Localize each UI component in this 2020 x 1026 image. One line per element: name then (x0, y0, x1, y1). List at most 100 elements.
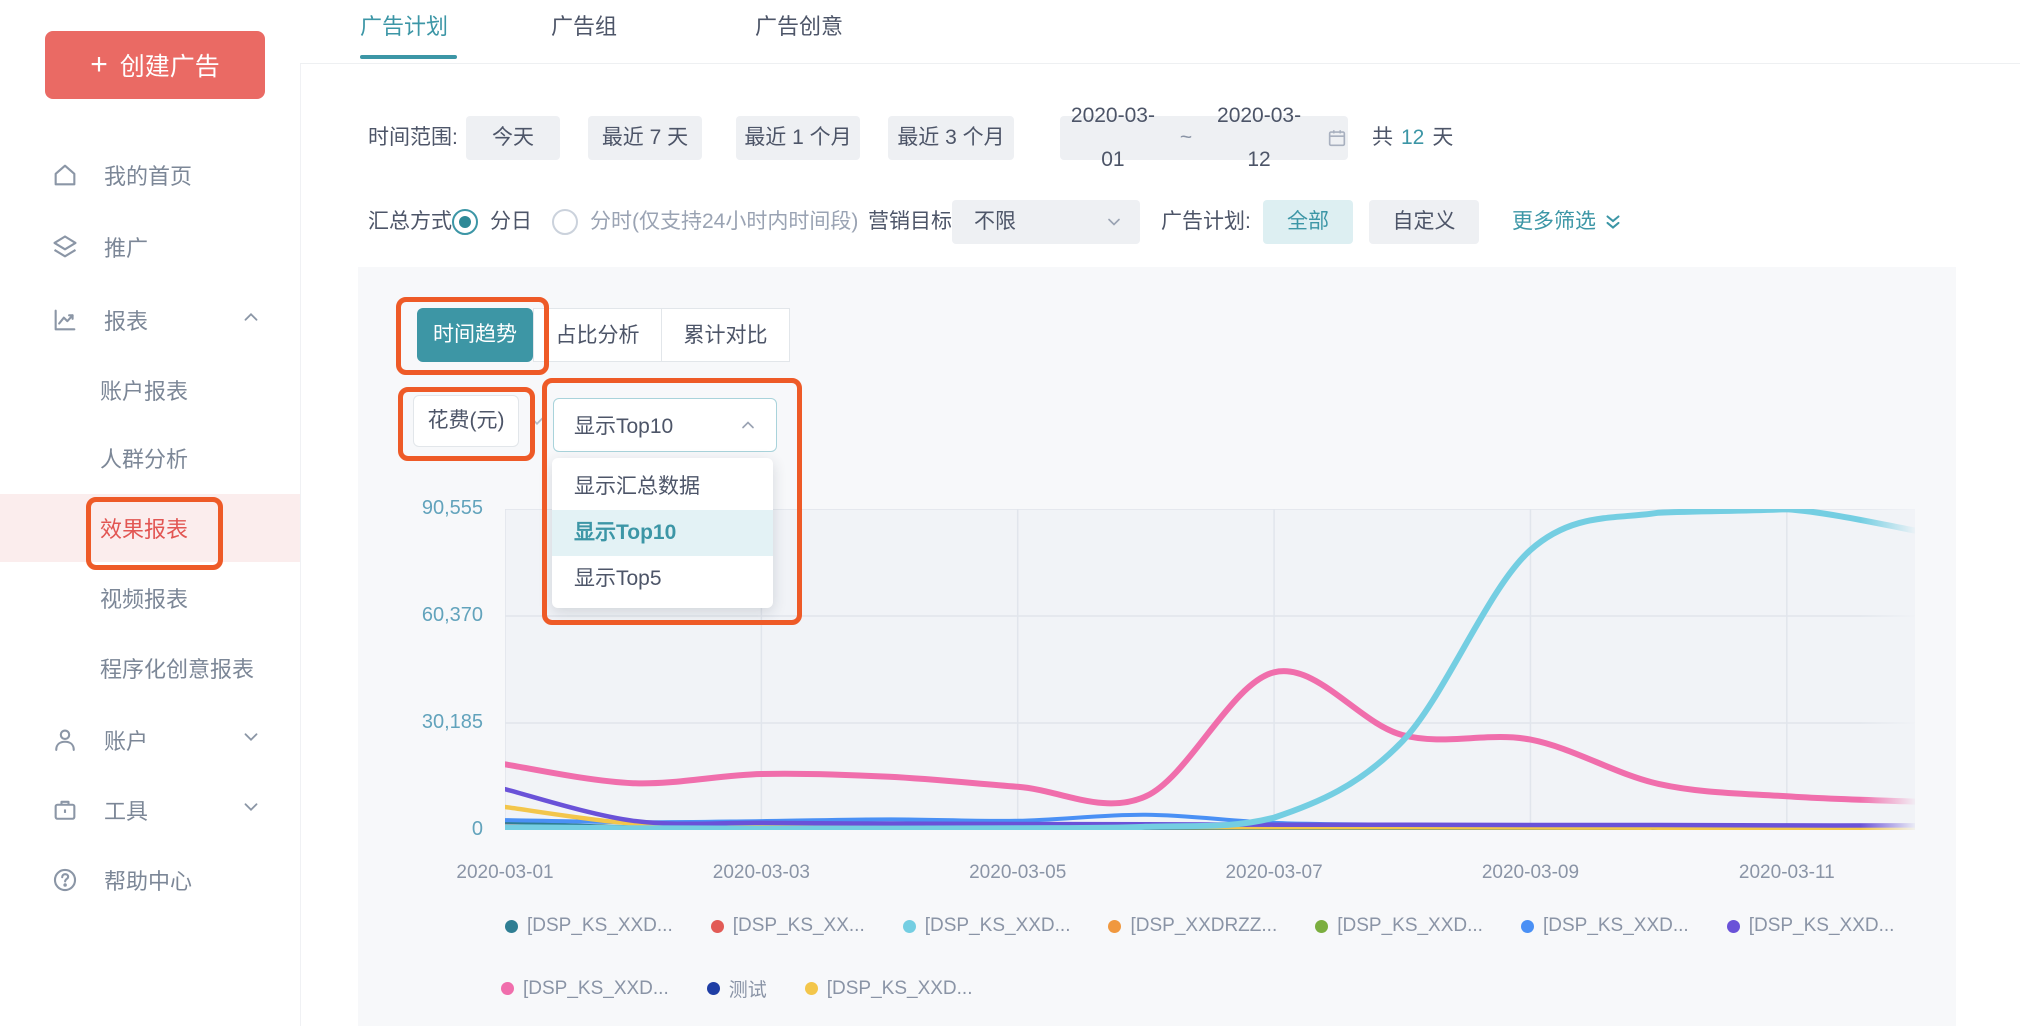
layers-icon (50, 232, 80, 262)
legend-label: [DSP_KS_XXD... (827, 978, 973, 1000)
legend-dot-icon (1108, 920, 1121, 933)
ad-plan-all-button[interactable]: 全部 (1263, 200, 1353, 244)
radio-hourly[interactable]: 分时(仅支持24小时内时间段) (552, 200, 858, 244)
sidebar-item-tools[interactable]: 工具 (0, 788, 300, 832)
legend-label: [DSP_KS_XX... (733, 915, 865, 937)
create-ad-button[interactable]: + 创建广告 (45, 31, 265, 99)
quick-range-3months[interactable]: 最近 3 个月 (888, 116, 1014, 160)
sidebar-item-account[interactable]: 账户 (0, 718, 300, 762)
legend-dot-icon (707, 982, 720, 995)
top-tab-bar: 广告计划 广告组 广告创意 (300, 0, 2020, 64)
sidebar-item-home[interactable]: 我的首页 (0, 153, 300, 197)
sidebar-item-label: 工具 (104, 794, 148, 826)
line-chart-icon (50, 305, 80, 335)
quick-range-1month[interactable]: 最近 1 个月 (736, 116, 860, 160)
legend-label: [DSP_KS_XXD... (527, 915, 673, 937)
chart-panel: 时间趋势 占比分析 累计对比 花费(元) 显示Top10 显示汇总数据 显示To… (358, 267, 1956, 1026)
radio-daily[interactable]: 分日 (452, 200, 532, 244)
legend-item[interactable]: [DSP_KS_XXD... (501, 978, 669, 1000)
sidebar-item-audience-analysis[interactable]: 人群分析 (0, 436, 300, 480)
legend-item[interactable]: [DSP_KS_XXD... (1727, 915, 1895, 937)
help-circle-icon (50, 865, 80, 895)
toolbox-icon (50, 795, 80, 825)
chevron-down-icon (1104, 212, 1124, 232)
person-icon (50, 725, 80, 755)
legend-item[interactable]: [DSP_KS_XXD... (1521, 915, 1689, 937)
tab-ad-group[interactable]: 广告组 (551, 9, 617, 41)
legend-dot-icon (501, 982, 514, 995)
legend-item[interactable]: [DSP_KS_XXD... (903, 915, 1071, 937)
topn-select[interactable]: 显示Top10 (553, 398, 777, 452)
legend-item[interactable]: [DSP_KS_XX... (711, 915, 865, 937)
sidebar-item-reports[interactable]: 报表 (0, 298, 300, 342)
double-chevron-down-icon (1602, 211, 1624, 233)
app-window: + 创建广告 我的首页 推广 报表 账户报表 (0, 0, 2020, 1026)
ad-plan-custom-button[interactable]: 自定义 (1369, 200, 1479, 244)
active-tab-underline (360, 55, 457, 59)
date-tilde: ~ (1180, 116, 1192, 160)
sidebar-item-label: 帮助中心 (104, 864, 192, 896)
legend-label: [DSP_KS_XXD... (925, 915, 1071, 937)
x-axis-label: 2020-03-09 (1482, 862, 1579, 884)
date-range-picker[interactable]: 2020-03-01 ~ 2020-03-12 (1060, 116, 1348, 160)
legend-item[interactable]: [DSP_KS_XXD... (805, 978, 973, 1000)
radio-hourly-label: 分时(仅支持24小时内时间段) (590, 200, 858, 244)
tab-ad-plan[interactable]: 广告计划 (360, 9, 448, 41)
sidebar-item-promotion[interactable]: 推广 (0, 225, 300, 269)
x-axis-label: 2020-03-05 (969, 862, 1066, 884)
more-filters-button[interactable]: 更多筛选 (1512, 200, 1624, 244)
tab-ad-creative[interactable]: 广告创意 (755, 9, 843, 41)
chart-tab-time-trend[interactable]: 时间趋势 (417, 308, 533, 362)
topn-option-top10[interactable]: 显示Top10 (552, 510, 773, 556)
legend-label: [DSP_KS_XXD... (1337, 915, 1483, 937)
sidebar-item-account-report[interactable]: 账户报表 (0, 368, 300, 412)
sidebar-item-programmatic-creative-report[interactable]: 程序化创意报表 (0, 646, 300, 690)
legend-item[interactable]: [DSP_XXDRZZ... (1108, 915, 1277, 937)
legend-label: [DSP_KS_XXD... (1543, 915, 1689, 937)
chart-tab-cumulative-compare[interactable]: 累计对比 (661, 308, 790, 362)
chevron-up-icon[interactable] (240, 306, 262, 334)
topn-option-top5[interactable]: 显示Top5 (552, 556, 773, 602)
legend-dot-icon (1521, 920, 1534, 933)
summary-mode-label: 汇总方式: (368, 200, 458, 244)
legend-label: [DSP_KS_XXD... (1749, 915, 1895, 937)
chevron-down-icon[interactable] (526, 410, 548, 437)
sidebar: + 创建广告 我的首页 推广 报表 账户报表 (0, 0, 301, 1026)
date-start: 2020-03-01 (1060, 94, 1166, 182)
ad-plan-filter-label: 广告计划: (1161, 200, 1251, 244)
radio-daily-label: 分日 (490, 200, 532, 244)
x-axis-label: 2020-03-01 (456, 862, 553, 884)
y-axis-label: 90,555 (358, 497, 483, 520)
quick-range-today[interactable]: 今天 (466, 116, 560, 160)
total-days-prefix: 共 (1372, 116, 1393, 160)
legend-dot-icon (1315, 920, 1328, 933)
y-axis-label: 0 (358, 818, 483, 841)
total-days-value: 12 (1401, 116, 1424, 160)
radio-unselected-icon[interactable] (552, 209, 578, 235)
chevron-down-icon[interactable] (240, 796, 262, 824)
sidebar-item-label: 效果报表 (100, 512, 188, 544)
sidebar-item-video-report[interactable]: 视频报表 (0, 576, 300, 620)
legend-label: [DSP_XXDRZZ... (1130, 915, 1277, 937)
chart-legend-row-2: [DSP_KS_XXD... 测试 [DSP_KS_XXD... (501, 975, 1010, 1002)
legend-item[interactable]: 测试 (707, 975, 767, 1002)
chevron-down-icon[interactable] (240, 726, 262, 754)
radio-selected-icon[interactable] (452, 209, 478, 235)
chart-tab-share-analysis[interactable]: 占比分析 (533, 308, 662, 362)
topn-option-summary[interactable]: 显示汇总数据 (552, 464, 773, 510)
quick-range-7days[interactable]: 最近 7 天 (588, 116, 702, 160)
plus-icon: + (90, 50, 108, 80)
legend-dot-icon (903, 920, 916, 933)
metric-selector-button[interactable]: 花费(元) (413, 395, 519, 447)
date-end: 2020-03-12 (1206, 94, 1312, 182)
sidebar-item-label: 人群分析 (100, 442, 188, 474)
sidebar-item-help-center[interactable]: 帮助中心 (0, 858, 300, 902)
legend-item[interactable]: [DSP_KS_XXD... (505, 915, 673, 937)
sidebar-item-label: 程序化创意报表 (100, 652, 254, 684)
legend-label: [DSP_KS_XXD... (523, 978, 669, 1000)
marketing-goal-select[interactable]: 不限 (952, 200, 1140, 244)
legend-item[interactable]: [DSP_KS_XXD... (1315, 915, 1483, 937)
x-axis-label: 2020-03-07 (1225, 862, 1322, 884)
total-days-suffix: 天 (1432, 116, 1453, 160)
sidebar-item-effect-report[interactable]: 效果报表 (0, 506, 300, 550)
